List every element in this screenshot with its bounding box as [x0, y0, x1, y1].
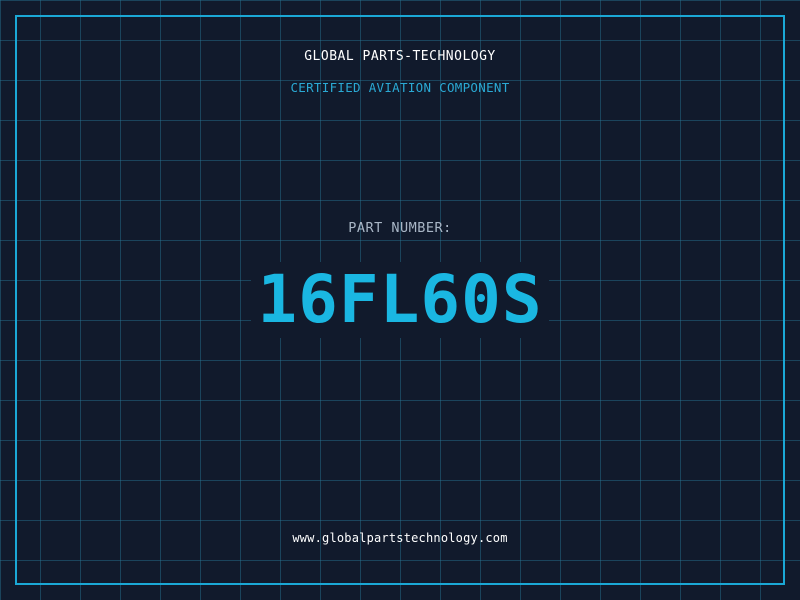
- part-number-container: 16FL60S: [0, 262, 800, 338]
- website-url: www.globalpartstechnology.com: [292, 531, 508, 545]
- part-label-card: GLOBAL PARTS-TECHNOLOGY CERTIFIED AVIATI…: [0, 0, 800, 600]
- company-name: GLOBAL PARTS-TECHNOLOGY: [304, 49, 496, 64]
- part-number-value: 16FL60S: [251, 262, 549, 338]
- part-number-label: PART NUMBER:: [348, 220, 452, 236]
- certification-tagline: CERTIFIED AVIATION COMPONENT: [290, 80, 510, 95]
